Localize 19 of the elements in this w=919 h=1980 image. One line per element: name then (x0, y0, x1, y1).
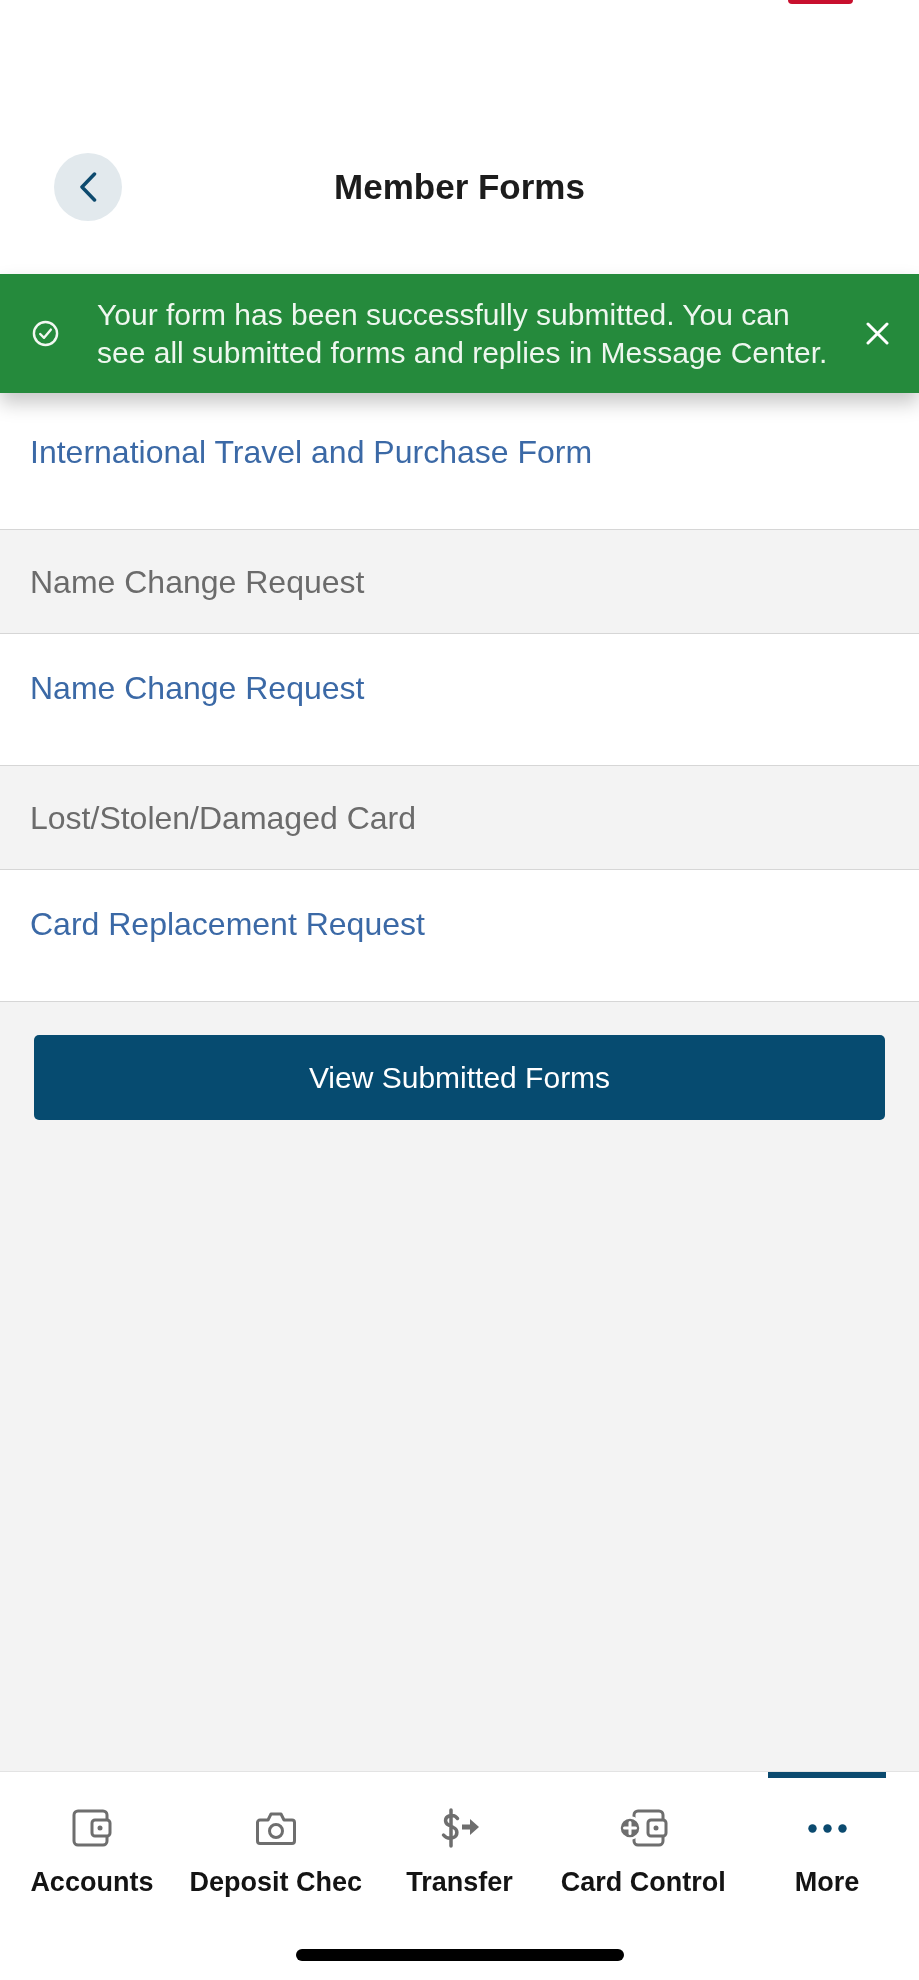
nav-tab[interactable]: More (735, 1772, 919, 1898)
status-indicator-icon (788, 0, 853, 4)
check-circle-icon (32, 320, 59, 347)
camera-icon (255, 1810, 296, 1846)
wallet-plus-icon (618, 1809, 669, 1847)
nav-tab[interactable]: Transfer (367, 1772, 552, 1898)
banner-message: Your form has been successfully submitted. You can see all submitted forms and replies in Message Center. (97, 296, 829, 371)
nav-tab[interactable]: Card Control (551, 1772, 736, 1898)
page-title: Member Forms (333, 165, 586, 208)
chevron-left-icon (79, 172, 97, 202)
primary-button[interactable]: View Submitted Forms (34, 1035, 885, 1120)
close-button[interactable] (866, 322, 889, 345)
section-header: Lost/Stolen/Damaged Card (0, 766, 919, 870)
more-icon (807, 1823, 847, 1833)
section-header: Name Change Request (0, 530, 919, 634)
nav-tab[interactable]: Deposit Chec (183, 1772, 368, 1898)
nav-tab[interactable]: Accounts (0, 1772, 184, 1898)
wallet-icon (71, 1809, 112, 1847)
close-icon (866, 322, 889, 345)
